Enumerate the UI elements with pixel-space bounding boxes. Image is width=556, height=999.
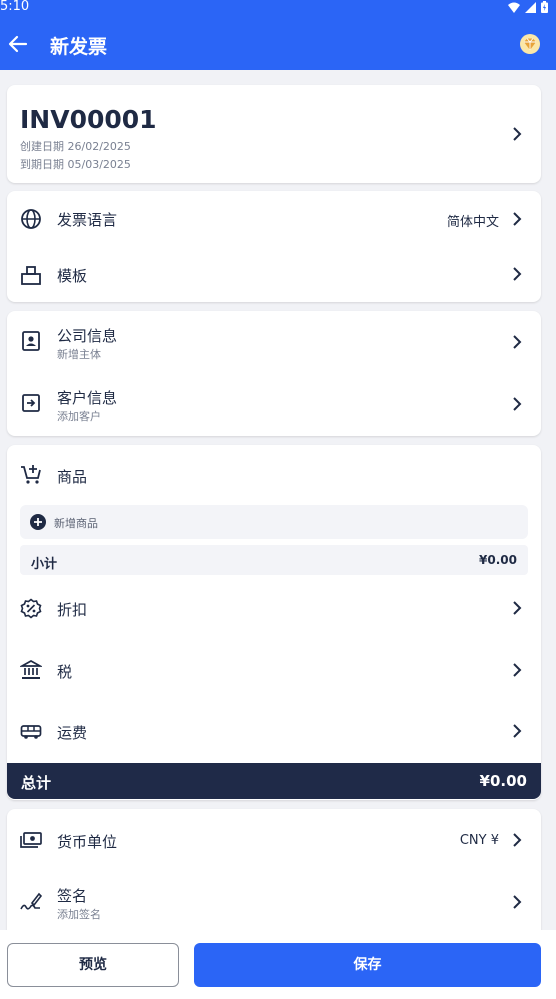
client-sub: 添加客户	[57, 410, 101, 423]
invoice-due-date: 到期日期 05/03/2025	[20, 158, 131, 171]
chevron-right-icon	[513, 267, 522, 281]
signature-sub: 添加签名	[57, 908, 101, 921]
bottom-action-bar: 预览 保存	[0, 930, 556, 999]
money-icon	[20, 832, 42, 848]
template-row[interactable]: 模板	[7, 246, 541, 302]
items-title: 商品	[57, 468, 88, 486]
parties-card: 公司信息 新增主体 客户信息 添加客户	[7, 311, 541, 436]
company-label: 公司信息	[57, 327, 118, 345]
signal-icon	[525, 1, 536, 13]
subtotal-value: ¥0.00	[479, 553, 517, 567]
cart-add-icon	[21, 465, 41, 484]
company-row[interactable]: 公司信息 新增主体	[7, 311, 541, 373]
shipping-row[interactable]: 运费	[7, 702, 541, 763]
save-button[interactable]: 保存	[194, 943, 541, 987]
discount-icon	[20, 598, 42, 619]
arrow-left-icon	[8, 35, 28, 53]
company-icon	[22, 331, 40, 351]
chevron-right-icon	[513, 335, 522, 349]
chevron-right-icon	[513, 895, 522, 909]
add-circle-icon	[30, 514, 46, 530]
language-row[interactable]: 发票语言 简体中文	[7, 191, 541, 246]
discount-row[interactable]: 折扣	[7, 578, 541, 640]
chevron-right-icon	[513, 663, 522, 677]
client-row[interactable]: 客户信息 添加客户	[7, 373, 541, 436]
subtotal-label: 小计	[31, 557, 58, 572]
language-label: 发票语言	[57, 211, 118, 229]
preview-button[interactable]: 预览	[7, 943, 179, 987]
wifi-icon	[508, 2, 520, 13]
chevron-right-icon	[513, 724, 522, 738]
add-item-button[interactable]: 新增商品	[20, 505, 528, 539]
diamond-icon	[520, 34, 540, 54]
currency-value: CNY ¥	[459, 833, 499, 848]
total-label: 总计	[21, 774, 52, 792]
template-label: 模板	[57, 267, 88, 285]
invoice-created-date: 创建日期 26/02/2025	[20, 140, 131, 153]
total-value: ¥0.00	[479, 772, 527, 790]
chevron-right-icon	[513, 833, 522, 847]
template-icon	[21, 266, 41, 285]
bus-icon	[20, 725, 42, 739]
app-bar: 5:10 新发票	[0, 0, 556, 70]
chevron-right-icon	[513, 212, 522, 226]
status-time: 5:10	[0, 0, 30, 14]
tax-label: 税	[57, 663, 73, 681]
back-button[interactable]	[6, 32, 30, 56]
items-card: 商品 新增商品 小计 ¥0.00 折扣 税 运费 总计 ¥0.00	[7, 445, 541, 800]
company-sub: 新增主体	[57, 348, 101, 361]
status-icons	[508, 1, 548, 13]
signature-label: 签名	[57, 887, 88, 905]
chevron-right-icon	[513, 127, 522, 141]
battery-icon	[541, 1, 548, 13]
client-label: 客户信息	[57, 389, 118, 407]
currency-label: 货币单位	[57, 833, 118, 851]
invoice-header-card[interactable]: INV00001 创建日期 26/02/2025 到期日期 05/03/2025	[7, 85, 541, 183]
currency-row[interactable]: 货币单位 CNY ¥	[7, 809, 541, 871]
add-item-label: 新增商品	[54, 517, 98, 530]
shipping-label: 运费	[57, 724, 88, 742]
signature-icon	[20, 892, 42, 910]
status-bar: 5:10	[0, 0, 556, 14]
chevron-right-icon	[513, 601, 522, 615]
client-icon	[22, 394, 40, 412]
total-bar: 总计 ¥0.00	[7, 763, 541, 799]
globe-icon	[21, 209, 41, 229]
bank-icon	[20, 660, 42, 679]
settings-card: 发票语言 简体中文 模板	[7, 191, 541, 302]
discount-label: 折扣	[57, 601, 88, 619]
extras-card: 货币单位 CNY ¥ 签名 添加签名	[7, 809, 541, 941]
items-header: 商品	[7, 445, 541, 503]
invoice-number: INV00001	[20, 105, 157, 134]
tax-row[interactable]: 税	[7, 640, 541, 702]
language-value: 简体中文	[446, 215, 499, 230]
page-title: 新发票	[50, 36, 108, 58]
chevron-right-icon	[513, 397, 522, 411]
premium-button[interactable]	[518, 32, 542, 56]
subtotal-row: 小计 ¥0.00	[20, 545, 528, 575]
